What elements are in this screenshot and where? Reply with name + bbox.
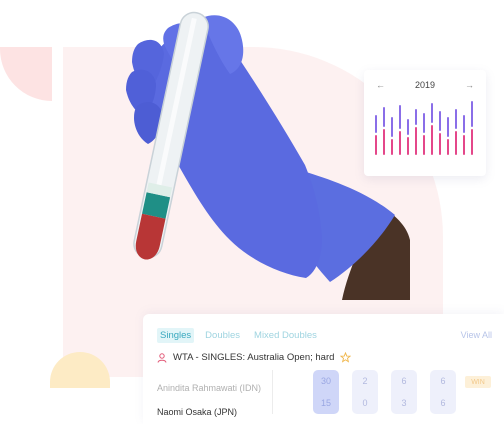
tab-singles[interactable]: Singles (157, 328, 195, 343)
player-list: Anindita Rahmawati (IDN) Naomi Osaka (JP… (157, 376, 261, 424)
view-all-link[interactable]: View All (461, 330, 492, 340)
arrow-left-icon[interactable]: ← (376, 80, 385, 90)
set-score-cell: 2 0 (352, 370, 378, 414)
set-score-bottom: 0 (362, 398, 368, 408)
chart-year-label: 2019 (414, 80, 436, 90)
player-name: Anindita Rahmawati (IDN) (157, 383, 262, 393)
match-type-tabs: Singles Doubles Mixed Doubles (157, 328, 320, 343)
tournament-title: WTA - SINGLES: Australia Open; hard (173, 352, 335, 363)
set-score-top: 6 (440, 376, 446, 386)
divider (272, 370, 273, 414)
set-score-top: 6 (401, 376, 407, 386)
yearly-chart-card: ← 2019 → (364, 70, 486, 176)
tournament-row: WTA - SINGLES: Australia Open; hard (157, 352, 352, 363)
person-icon (157, 352, 167, 363)
match-score-card: Singles Doubles Mixed Doubles View All W… (143, 314, 504, 424)
mini-bar-chart (375, 101, 473, 155)
set-score-bottom: 15 (320, 398, 331, 408)
tab-mixed-doubles[interactable]: Mixed Doubles (251, 328, 320, 343)
set-score-top: 2 (362, 376, 368, 386)
star-icon[interactable] (340, 352, 352, 363)
decor-shape-pink-left (0, 47, 52, 101)
set-scores: 30 15 2 0 6 3 6 6 (313, 370, 456, 414)
set-score-cell: 30 15 (313, 370, 339, 414)
arrow-right-icon[interactable]: → (465, 80, 474, 90)
set-score-top: 30 (320, 376, 331, 386)
tab-doubles[interactable]: Doubles (202, 328, 243, 343)
set-score-bottom: 6 (440, 398, 446, 408)
set-score-bottom: 3 (401, 398, 407, 408)
winner-badge: WIN (465, 376, 491, 388)
chart-header: ← 2019 → (364, 78, 486, 92)
set-score-cell: 6 6 (430, 370, 456, 414)
set-score-cell: 6 3 (391, 370, 417, 414)
player-name: Naomi Osaka (JPN) (157, 407, 238, 417)
